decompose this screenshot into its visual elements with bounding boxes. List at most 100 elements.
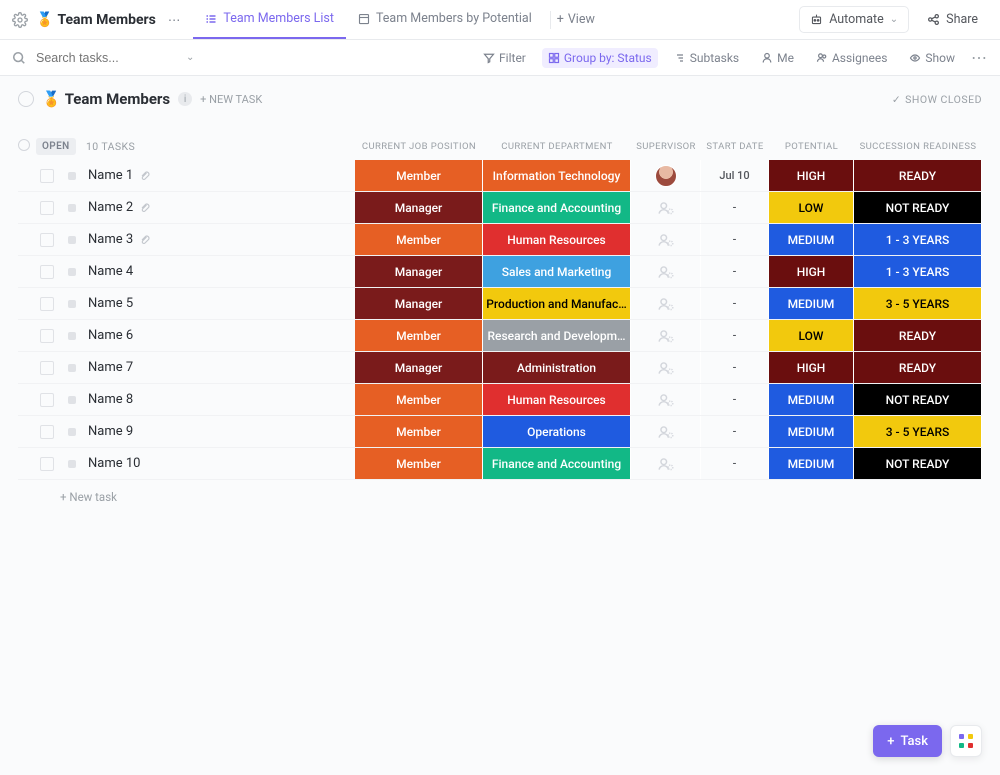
table-row[interactable]: Name 4ManagerSales and Marketing-HIGH1 -… bbox=[18, 256, 982, 288]
cell-supervisor[interactable] bbox=[631, 320, 701, 351]
cell-potential[interactable]: HIGH bbox=[769, 256, 854, 287]
groupby-button[interactable]: Group by: Status bbox=[542, 48, 658, 68]
assign-supervisor-icon[interactable] bbox=[657, 231, 675, 249]
cell-potential[interactable]: HIGH bbox=[769, 352, 854, 383]
task-name[interactable]: Name 7 bbox=[88, 360, 133, 375]
avatar[interactable] bbox=[655, 165, 677, 187]
cell-position[interactable]: Member bbox=[355, 448, 483, 479]
cell-potential[interactable]: MEDIUM bbox=[769, 448, 854, 479]
table-row[interactable]: Name 1MemberInformation TechnologyJul 10… bbox=[18, 160, 982, 192]
task-name[interactable]: Name 3 bbox=[88, 232, 133, 247]
show-button[interactable]: Show bbox=[903, 48, 961, 68]
row-checkbox[interactable] bbox=[40, 361, 54, 375]
new-task-row[interactable]: + New task bbox=[18, 480, 982, 504]
table-row[interactable]: Name 7 ManagerAdministration -HIGHREADY bbox=[18, 352, 982, 384]
cell-startdate[interactable]: - bbox=[701, 256, 769, 287]
cell-department[interactable]: Research and Developm… bbox=[483, 320, 631, 351]
assign-supervisor-icon[interactable] bbox=[657, 327, 675, 345]
cell-supervisor[interactable] bbox=[631, 352, 701, 383]
row-checkbox[interactable] bbox=[40, 457, 54, 471]
cell-position[interactable]: Manager bbox=[355, 192, 483, 223]
attachment-icon[interactable] bbox=[139, 234, 151, 246]
show-closed-button[interactable]: ✓ SHOW CLOSED bbox=[892, 93, 982, 106]
search-input[interactable] bbox=[36, 51, 176, 65]
col-supervisor[interactable]: SUPERVISOR bbox=[631, 141, 701, 152]
cell-startdate[interactable]: - bbox=[701, 416, 769, 447]
cell-position[interactable]: Member bbox=[355, 384, 483, 415]
assign-supervisor-icon[interactable] bbox=[657, 263, 675, 281]
task-name[interactable]: Name 4 bbox=[88, 264, 133, 279]
cell-position[interactable]: Manager bbox=[355, 352, 483, 383]
col-department[interactable]: CURRENT DEPARTMENT bbox=[483, 141, 631, 152]
task-name[interactable]: Name 8 bbox=[88, 392, 133, 407]
apps-button[interactable] bbox=[950, 725, 982, 757]
cell-position[interactable]: Member bbox=[355, 320, 483, 351]
col-potential[interactable]: POTENTIAL bbox=[769, 141, 854, 152]
cell-department[interactable]: Finance and Accounting bbox=[483, 448, 631, 479]
cell-startdate[interactable]: Jul 10 bbox=[701, 160, 769, 191]
status-dot-icon[interactable] bbox=[68, 172, 76, 180]
cell-department[interactable]: Administration bbox=[483, 352, 631, 383]
attachment-icon[interactable] bbox=[139, 170, 151, 182]
task-name[interactable]: Name 10 bbox=[88, 456, 140, 471]
table-row[interactable]: Name 8MemberHuman Resources-MEDIUMNOT RE… bbox=[18, 384, 982, 416]
attachment-icon[interactable] bbox=[139, 202, 151, 214]
add-view-button[interactable]: + View bbox=[557, 12, 595, 27]
assign-supervisor-icon[interactable] bbox=[657, 423, 675, 441]
tab-list[interactable]: Team Members List bbox=[193, 0, 346, 39]
cell-succession[interactable]: NOT READY bbox=[854, 192, 982, 223]
table-row[interactable]: Name 3MemberHuman Resources-MEDIUM1 - 3 … bbox=[18, 224, 982, 256]
cell-supervisor[interactable] bbox=[631, 224, 701, 255]
cell-startdate[interactable]: - bbox=[701, 352, 769, 383]
cell-startdate[interactable]: - bbox=[701, 448, 769, 479]
new-task-link[interactable]: + NEW TASK bbox=[200, 93, 262, 106]
task-name[interactable]: Name 1 bbox=[88, 168, 133, 183]
cell-department[interactable]: Production and Manufac… bbox=[483, 288, 631, 319]
col-startdate[interactable]: START DATE bbox=[701, 141, 769, 152]
cell-supervisor[interactable] bbox=[631, 384, 701, 415]
cell-department[interactable]: Human Resources bbox=[483, 224, 631, 255]
cell-succession[interactable]: READY bbox=[854, 352, 982, 383]
cell-department[interactable]: Operations bbox=[483, 416, 631, 447]
cell-potential[interactable]: MEDIUM bbox=[769, 288, 854, 319]
table-row[interactable]: Name 2ManagerFinance and Accounting-LOWN… bbox=[18, 192, 982, 224]
title-more-icon[interactable]: ⋯ bbox=[164, 12, 186, 28]
status-dot-icon[interactable] bbox=[68, 428, 76, 436]
assign-supervisor-icon[interactable] bbox=[657, 295, 675, 313]
table-row[interactable]: Name 10 MemberFinance and Accounting -MEDI… bbox=[18, 448, 982, 480]
task-name[interactable]: Name 9 bbox=[88, 424, 133, 439]
bulk-check[interactable] bbox=[18, 139, 36, 154]
status-pill[interactable]: OPEN bbox=[36, 138, 76, 155]
cell-startdate[interactable]: - bbox=[701, 384, 769, 415]
assign-supervisor-icon[interactable] bbox=[657, 455, 675, 473]
row-checkbox[interactable] bbox=[40, 329, 54, 343]
cell-succession[interactable]: NOT READY bbox=[854, 384, 982, 415]
status-dot-icon[interactable] bbox=[68, 332, 76, 340]
share-button[interactable]: Share bbox=[917, 7, 988, 32]
automate-button[interactable]: Automate ⌄ bbox=[799, 6, 909, 33]
settings-icon[interactable] bbox=[12, 12, 28, 28]
status-circle-icon[interactable] bbox=[18, 91, 34, 107]
cell-supervisor[interactable] bbox=[631, 256, 701, 287]
cell-position[interactable]: Manager bbox=[355, 256, 483, 287]
cell-startdate[interactable]: - bbox=[701, 288, 769, 319]
cell-succession[interactable]: NOT READY bbox=[854, 448, 982, 479]
cell-succession[interactable]: 3 - 5 YEARS bbox=[854, 288, 982, 319]
row-checkbox[interactable] bbox=[40, 233, 54, 247]
cell-position[interactable]: Member bbox=[355, 416, 483, 447]
task-name[interactable]: Name 5 bbox=[88, 296, 133, 311]
row-checkbox[interactable] bbox=[40, 265, 54, 279]
cell-startdate[interactable]: - bbox=[701, 192, 769, 223]
row-checkbox[interactable] bbox=[40, 169, 54, 183]
col-position[interactable]: CURRENT JOB POSITION bbox=[355, 141, 483, 152]
cell-succession[interactable]: READY bbox=[854, 160, 982, 191]
status-dot-icon[interactable] bbox=[68, 396, 76, 404]
cell-succession[interactable]: 1 - 3 YEARS bbox=[854, 224, 982, 255]
status-dot-icon[interactable] bbox=[68, 300, 76, 308]
search-caret-icon[interactable]: ⌄ bbox=[186, 52, 194, 63]
task-name[interactable]: Name 6 bbox=[88, 328, 133, 343]
cell-startdate[interactable]: - bbox=[701, 320, 769, 351]
cell-department[interactable]: Human Resources bbox=[483, 384, 631, 415]
row-checkbox[interactable] bbox=[40, 297, 54, 311]
cell-supervisor[interactable] bbox=[631, 416, 701, 447]
